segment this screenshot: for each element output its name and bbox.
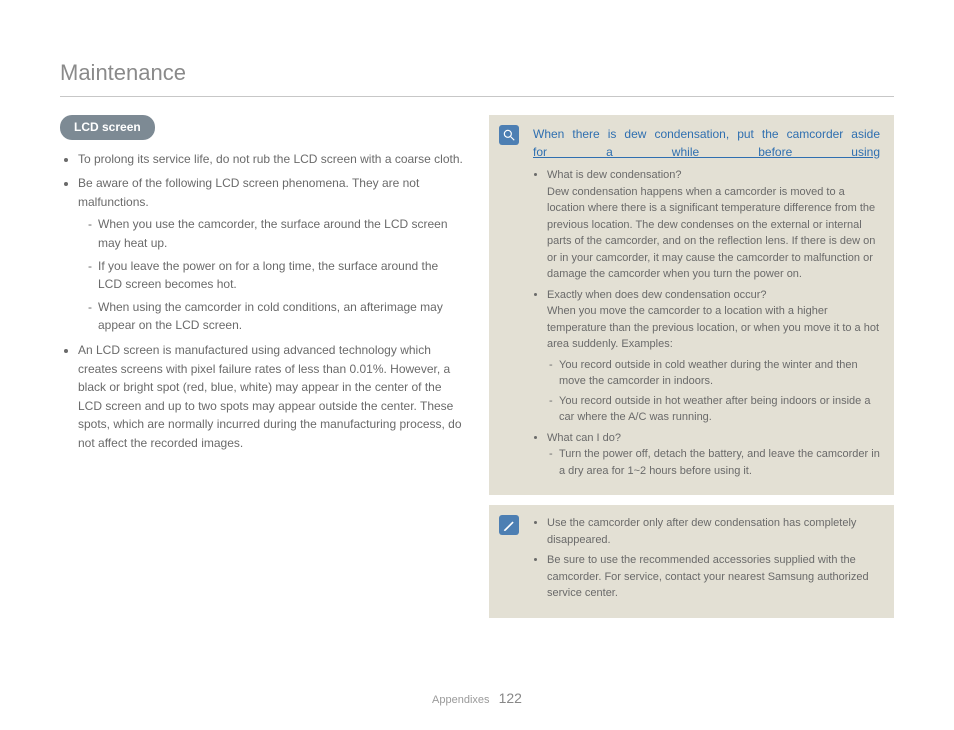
lcd-list: To prolong its service life, do not rub … xyxy=(60,150,465,453)
list-item-text: Be aware of the following LCD screen phe… xyxy=(78,176,419,209)
list-item: To prolong its service life, do not rub … xyxy=(78,150,465,169)
title-line-1: When there is dew condensation, put the … xyxy=(533,127,880,141)
content-columns: LCD screen To prolong its service life, … xyxy=(60,115,894,628)
list-item: An LCD screen is manufactured using adva… xyxy=(78,341,465,453)
info-box-title: When there is dew condensation, put the … xyxy=(533,125,880,161)
list-item: You record outside in cold weather durin… xyxy=(549,357,880,390)
magnifier-icon xyxy=(499,125,519,145)
list-item: What can I do? Turn the power off, detac… xyxy=(547,430,880,480)
info-box-note: Use the camcorder only after dew condens… xyxy=(489,505,894,618)
answer-text: When you move the camcorder to a locatio… xyxy=(547,303,880,353)
dash-list: You record outside in cold weather durin… xyxy=(547,357,880,426)
footer-section-label: Appendixes xyxy=(432,694,490,706)
page-footer: Appendixes 122 xyxy=(0,690,954,706)
answer-text: Dew condensation happens when a camcorde… xyxy=(547,184,880,283)
info-box-dew: When there is dew condensation, put the … xyxy=(489,115,894,495)
page-title: Maintenance xyxy=(60,60,894,97)
list-item: Exactly when does dew condensation occur… xyxy=(547,287,880,426)
list-item: If you leave the power on for a long tim… xyxy=(88,257,465,294)
note-list: Use the camcorder only after dew condens… xyxy=(533,515,880,602)
list-item: When you use the camcorder, the surface … xyxy=(88,215,465,252)
sub-list: When you use the camcorder, the surface … xyxy=(78,215,465,335)
list-item: Use the camcorder only after dew condens… xyxy=(547,515,880,548)
list-item: You record outside in hot weather after … xyxy=(549,393,880,426)
list-item: What is dew condensation? Dew condensati… xyxy=(547,167,880,283)
question-text: What can I do? xyxy=(547,432,621,444)
left-column: LCD screen To prolong its service life, … xyxy=(60,115,465,628)
dash-list: Turn the power off, detach the battery, … xyxy=(547,446,880,479)
list-item: Be aware of the following LCD screen phe… xyxy=(78,174,465,335)
title-line-2: for a while before using xyxy=(533,145,880,159)
question-text: Exactly when does dew condensation occur… xyxy=(547,289,767,301)
list-item: Turn the power off, detach the battery, … xyxy=(549,446,880,479)
question-text: What is dew condensation? xyxy=(547,169,682,181)
page-number: 122 xyxy=(499,690,522,706)
dew-list: What is dew condensation? Dew condensati… xyxy=(533,167,880,479)
list-item: Be sure to use the recommended accessori… xyxy=(547,552,880,602)
right-column: When there is dew condensation, put the … xyxy=(489,115,894,628)
section-badge-lcd: LCD screen xyxy=(60,115,155,140)
note-icon xyxy=(499,515,519,535)
list-item: When using the camcorder in cold conditi… xyxy=(88,298,465,335)
